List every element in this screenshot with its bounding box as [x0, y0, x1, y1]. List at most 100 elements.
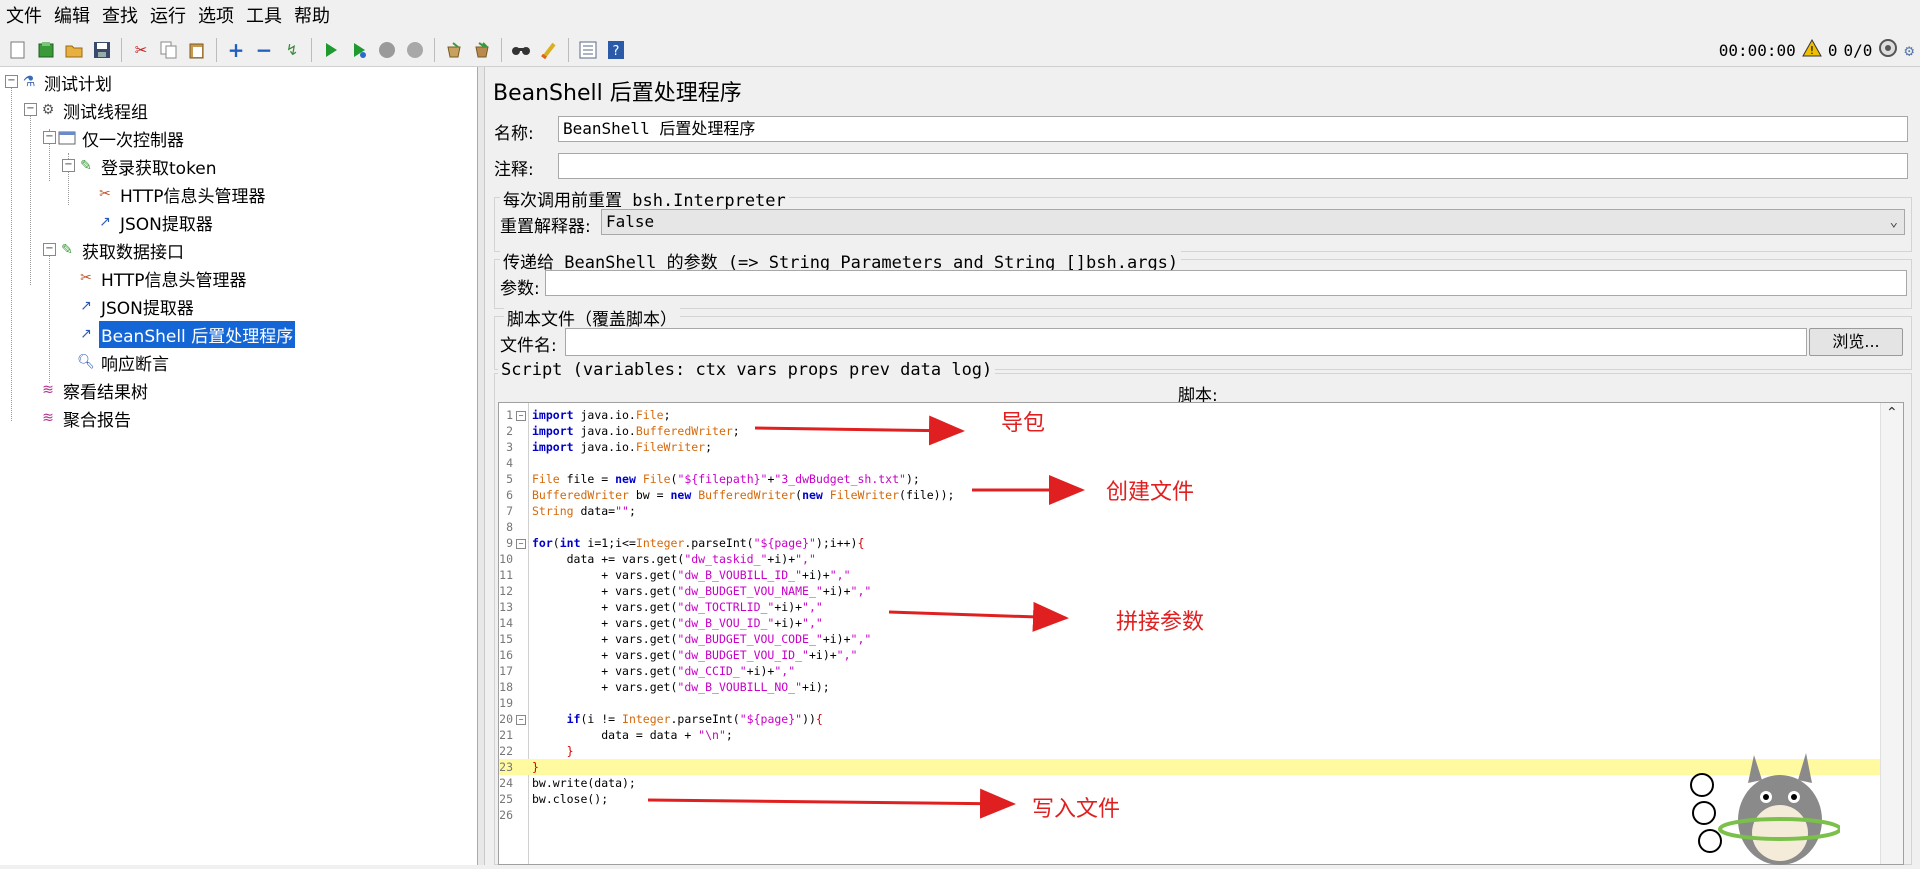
- code-line[interactable]: 19: [499, 695, 1889, 711]
- help-icon[interactable]: ?: [605, 39, 627, 61]
- tree-expander[interactable]: −: [43, 131, 56, 144]
- tree-expander[interactable]: −: [62, 159, 75, 172]
- fold-toggle-icon[interactable]: −: [516, 411, 526, 421]
- shutdown-icon[interactable]: [404, 39, 426, 61]
- code-line[interactable]: 20− if(i != Integer.parseInt("${page}"))…: [499, 711, 1889, 727]
- parameters-field[interactable]: [545, 270, 1907, 296]
- warning-icon[interactable]: !: [1801, 38, 1822, 61]
- line-number: 2: [506, 424, 513, 438]
- tree-expander[interactable]: −: [24, 103, 37, 116]
- tree-expander[interactable]: −: [5, 75, 18, 88]
- comment-field[interactable]: [558, 153, 1908, 179]
- menu-file[interactable]: 文件: [0, 0, 48, 34]
- browse-button[interactable]: 浏览...: [1809, 328, 1903, 356]
- code-text: for(int i=1;i<=Integer.parseInt("${page}…: [532, 536, 865, 550]
- code-line[interactable]: 3 import java.io.FileWriter;: [499, 439, 1889, 455]
- menu-search[interactable]: 查找: [96, 0, 144, 34]
- code-line[interactable]: 23}: [499, 759, 1889, 775]
- line-number: 4: [506, 456, 513, 470]
- search-icon[interactable]: [510, 39, 532, 61]
- clear-all-icon[interactable]: [471, 39, 493, 61]
- line-number: 15: [499, 632, 513, 646]
- tree-item-label: 仅一次控制器: [82, 130, 184, 151]
- expand-icon[interactable]: +: [225, 39, 247, 61]
- code-line[interactable]: 18 + vars.get("dw_B_VOUBILL_NO_"+i);: [499, 679, 1889, 695]
- tree-item-test-plan[interactable]: ⚗ 测试计划: [20, 69, 114, 95]
- clear-icon[interactable]: [443, 39, 465, 61]
- code-line[interactable]: 11 + vars.get("dw_B_VOUBILL_ID_"+i)+",": [499, 567, 1889, 583]
- templates-icon[interactable]: [35, 39, 57, 61]
- sampler-icon: ✎: [80, 158, 92, 174]
- line-number: 20: [499, 712, 513, 726]
- collapse-icon[interactable]: −: [253, 39, 275, 61]
- start-no-pause-icon[interactable]: [348, 39, 370, 61]
- save-icon[interactable]: [91, 39, 113, 61]
- chevron-up-icon[interactable]: ⌃: [1886, 405, 1898, 421]
- code-line[interactable]: 4: [499, 455, 1889, 471]
- menu-options[interactable]: 选项: [192, 0, 240, 34]
- paste-icon[interactable]: [186, 39, 208, 61]
- menu-run[interactable]: 运行: [144, 0, 192, 34]
- function-helper-icon[interactable]: [577, 39, 599, 61]
- editor-scrollbar[interactable]: ⌃: [1880, 403, 1903, 864]
- tree-item-response-assertion[interactable]: 🔍︎ 响应断言: [77, 349, 171, 375]
- code-line[interactable]: 10 data += vars.get("dw_taskid_"+i)+",": [499, 551, 1889, 567]
- reset-search-icon[interactable]: [538, 39, 560, 61]
- toggle-icon[interactable]: ↯: [281, 39, 303, 61]
- code-line[interactable]: 25 bw.close();: [499, 791, 1889, 807]
- listener-icon: ≋: [42, 382, 54, 398]
- annotation-import: 导包: [1001, 411, 1046, 436]
- assertion-icon: 🔍︎: [77, 354, 95, 370]
- tree-item-json-extractor[interactable]: ↗ JSON提取器: [77, 293, 196, 319]
- fold-toggle-icon[interactable]: −: [516, 715, 526, 725]
- code-line[interactable]: 24 bw.write(data);: [499, 775, 1889, 791]
- tree-item-thread-group[interactable]: ⚙ 测试线程组: [39, 97, 150, 123]
- code-line[interactable]: 22 }: [499, 743, 1889, 759]
- code-line[interactable]: 26: [499, 807, 1889, 823]
- remote-icon[interactable]: ⚙: [1904, 41, 1914, 60]
- reset-interpreter-select[interactable]: False ⌄: [601, 209, 1905, 235]
- filename-field[interactable]: [565, 328, 1807, 356]
- fold-toggle-icon[interactable]: −: [516, 539, 526, 549]
- tree-item-aggregate-report[interactable]: ≋ 聚合报告: [39, 405, 133, 431]
- code-line[interactable]: 1− import java.io.File;: [499, 407, 1889, 423]
- menu-tools[interactable]: 工具: [240, 0, 288, 34]
- code-line[interactable]: 9− for(int i=1;i<=Integer.parseInt("${pag…: [499, 535, 1889, 551]
- tree-item-once-controller[interactable]: 仅一次控制器: [58, 125, 186, 151]
- code-line[interactable]: 17 + vars.get("dw_CCID_"+i)+",": [499, 663, 1889, 679]
- tree-line: [49, 243, 50, 383]
- tree-item-header-manager[interactable]: ✂ HTTP信息头管理器: [96, 181, 268, 207]
- code-line[interactable]: 16 + vars.get("dw_BUDGET_VOU_ID_"+i)+",": [499, 647, 1889, 663]
- tree-item-json-extractor[interactable]: ↗ JSON提取器: [96, 209, 215, 235]
- tree-item-beanshell-postprocessor[interactable]: ↗ BeanShell 后置处理程序: [77, 320, 296, 348]
- script-group-title: Script (variables: ctx vars props prev d…: [498, 360, 996, 380]
- code-text: bw.close();: [532, 792, 609, 806]
- start-icon[interactable]: [320, 39, 342, 61]
- line-number: 3: [506, 440, 513, 454]
- tree-expander[interactable]: −: [43, 243, 56, 256]
- menu-help[interactable]: 帮助: [288, 0, 336, 34]
- code-line[interactable]: 8: [499, 519, 1889, 535]
- code-line[interactable]: 2 import java.io.BufferedWriter;: [499, 423, 1889, 439]
- cut-icon[interactable]: ✂: [130, 39, 152, 61]
- stop-icon[interactable]: [376, 39, 398, 61]
- open-folder-icon[interactable]: [63, 39, 85, 61]
- name-field[interactable]: BeanShell 后置处理程序: [558, 116, 1908, 142]
- line-number: 22: [499, 744, 513, 758]
- line-number: 5: [506, 472, 513, 486]
- panel-splitter[interactable]: [478, 67, 485, 865]
- tree-item-get-data[interactable]: ✎ 获取数据接口: [58, 237, 186, 263]
- tree-item-results-tree[interactable]: ≋ 察看结果树: [39, 377, 150, 403]
- new-file-icon[interactable]: [7, 39, 29, 61]
- line-number: 9: [506, 536, 513, 550]
- copy-icon[interactable]: [158, 39, 180, 61]
- reset-group-title: 每次调用前重置 bsh.Interpreter: [500, 186, 789, 211]
- reset-label: 重置解释器:: [500, 217, 591, 237]
- toolbar-separator: [121, 38, 122, 62]
- code-line[interactable]: 12 + vars.get("dw_BUDGET_VOU_NAME_"+i)+"…: [499, 583, 1889, 599]
- line-number: 14: [499, 616, 513, 630]
- code-line[interactable]: 21 data = data + "\n";: [499, 727, 1889, 743]
- tree-item-header-manager[interactable]: ✂ HTTP信息头管理器: [77, 265, 249, 291]
- tree-item-login-token[interactable]: ✎ 登录获取token: [77, 153, 219, 179]
- menu-edit[interactable]: 编辑: [48, 0, 96, 34]
